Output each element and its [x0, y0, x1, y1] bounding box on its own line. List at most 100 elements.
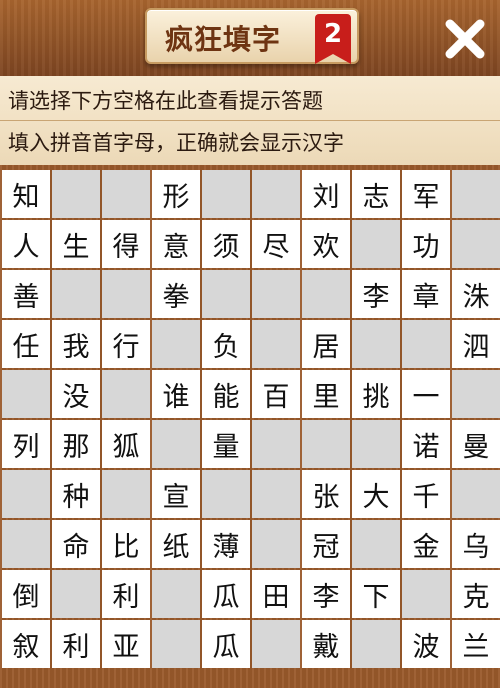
grid-cell[interactable]: 量: [202, 420, 250, 468]
grid-cell-empty[interactable]: [352, 220, 400, 268]
grid-cell[interactable]: 亚: [102, 620, 150, 668]
grid-cell-empty[interactable]: [252, 420, 300, 468]
grid-cell[interactable]: 知: [2, 170, 50, 218]
grid-cell[interactable]: 金: [402, 520, 450, 568]
grid-cell[interactable]: 洙: [452, 270, 500, 318]
grid-cell-empty[interactable]: [352, 620, 400, 668]
grid-cell-empty[interactable]: [452, 470, 500, 518]
grid-cell-empty[interactable]: [102, 170, 150, 218]
grid-cell-empty[interactable]: [52, 170, 100, 218]
grid-cell[interactable]: 志: [352, 170, 400, 218]
grid-cell[interactable]: 比: [102, 520, 150, 568]
grid-cell-empty[interactable]: [252, 520, 300, 568]
grid-cell[interactable]: 千: [402, 470, 450, 518]
grid-cell-empty[interactable]: [52, 570, 100, 618]
grid-cell[interactable]: 大: [352, 470, 400, 518]
grid-cell[interactable]: 纸: [152, 520, 200, 568]
grid-cell[interactable]: 宣: [152, 470, 200, 518]
grid-cell[interactable]: 波: [402, 620, 450, 668]
grid-cell-empty[interactable]: [252, 320, 300, 368]
grid-cell[interactable]: 戴: [302, 620, 350, 668]
grid-cell[interactable]: 军: [402, 170, 450, 218]
grid-cell-empty[interactable]: [202, 470, 250, 518]
grid-cell-empty[interactable]: [52, 270, 100, 318]
grid-cell[interactable]: 百: [252, 370, 300, 418]
grid-cell[interactable]: 负: [202, 320, 250, 368]
grid-cell[interactable]: 须: [202, 220, 250, 268]
grid-cell-empty[interactable]: [402, 320, 450, 368]
grid-cell[interactable]: 利: [52, 620, 100, 668]
grid-cell[interactable]: 李: [352, 270, 400, 318]
grid-cell-empty[interactable]: [252, 620, 300, 668]
grid-cell[interactable]: 挑: [352, 370, 400, 418]
grid-cell[interactable]: 瓜: [202, 570, 250, 618]
grid-cell-empty[interactable]: [252, 170, 300, 218]
grid-cell-empty[interactable]: [302, 420, 350, 468]
grid-cell[interactable]: 狐: [102, 420, 150, 468]
grid-cell[interactable]: 曼: [452, 420, 500, 468]
grid-cell[interactable]: 章: [402, 270, 450, 318]
grid-cell-empty[interactable]: [402, 570, 450, 618]
grid-cell-empty[interactable]: [202, 170, 250, 218]
grid-cell[interactable]: 居: [302, 320, 350, 368]
grid-cell[interactable]: 那: [52, 420, 100, 468]
grid-cell-empty[interactable]: [102, 470, 150, 518]
grid-cell-empty[interactable]: [152, 320, 200, 368]
grid-cell[interactable]: 拳: [152, 270, 200, 318]
grid-cell[interactable]: 下: [352, 570, 400, 618]
grid-cell-empty[interactable]: [452, 220, 500, 268]
grid-cell[interactable]: 种: [52, 470, 100, 518]
close-button[interactable]: [440, 14, 490, 64]
grid-cell-empty[interactable]: [152, 420, 200, 468]
grid-cell-empty[interactable]: [102, 270, 150, 318]
grid-cell[interactable]: 乌: [452, 520, 500, 568]
grid-cell[interactable]: 尽: [252, 220, 300, 268]
grid-cell[interactable]: 列: [2, 420, 50, 468]
grid-cell[interactable]: 冠: [302, 520, 350, 568]
grid-cell-empty[interactable]: [152, 570, 200, 618]
grid-cell-empty[interactable]: [2, 370, 50, 418]
grid-cell-empty[interactable]: [452, 170, 500, 218]
grid-cell[interactable]: 意: [152, 220, 200, 268]
grid-cell[interactable]: 薄: [202, 520, 250, 568]
grid-cell[interactable]: 没: [52, 370, 100, 418]
grid-cell-empty[interactable]: [202, 270, 250, 318]
grid-cell-empty[interactable]: [352, 420, 400, 468]
grid-cell[interactable]: 兰: [452, 620, 500, 668]
grid-cell-empty[interactable]: [152, 620, 200, 668]
grid-cell-empty[interactable]: [252, 470, 300, 518]
grid-cell[interactable]: 功: [402, 220, 450, 268]
grid-cell[interactable]: 任: [2, 320, 50, 368]
grid-cell[interactable]: 叙: [2, 620, 50, 668]
grid-cell[interactable]: 克: [452, 570, 500, 618]
grid-cell[interactable]: 一: [402, 370, 450, 418]
grid-cell[interactable]: 行: [102, 320, 150, 368]
grid-cell[interactable]: 形: [152, 170, 200, 218]
grid-cell[interactable]: 刘: [302, 170, 350, 218]
grid-cell[interactable]: 里: [302, 370, 350, 418]
grid-cell-empty[interactable]: [252, 270, 300, 318]
grid-cell[interactable]: 得: [102, 220, 150, 268]
grid-cell[interactable]: 田: [252, 570, 300, 618]
grid-cell-empty[interactable]: [2, 470, 50, 518]
grid-cell[interactable]: 利: [102, 570, 150, 618]
grid-cell[interactable]: 李: [302, 570, 350, 618]
grid-cell[interactable]: 诺: [402, 420, 450, 468]
grid-cell-empty[interactable]: [2, 520, 50, 568]
grid-cell[interactable]: 能: [202, 370, 250, 418]
grid-cell-empty[interactable]: [302, 270, 350, 318]
grid-cell[interactable]: 我: [52, 320, 100, 368]
grid-cell-empty[interactable]: [452, 370, 500, 418]
grid-cell[interactable]: 人: [2, 220, 50, 268]
grid-cell[interactable]: 泗: [452, 320, 500, 368]
grid-cell[interactable]: 瓜: [202, 620, 250, 668]
grid-cell[interactable]: 倒: [2, 570, 50, 618]
grid-cell-empty[interactable]: [352, 320, 400, 368]
grid-cell[interactable]: 善: [2, 270, 50, 318]
grid-cell[interactable]: 张: [302, 470, 350, 518]
grid-cell-empty[interactable]: [352, 520, 400, 568]
grid-cell-empty[interactable]: [102, 370, 150, 418]
grid-cell[interactable]: 命: [52, 520, 100, 568]
grid-cell[interactable]: 生: [52, 220, 100, 268]
grid-cell[interactable]: 谁: [152, 370, 200, 418]
